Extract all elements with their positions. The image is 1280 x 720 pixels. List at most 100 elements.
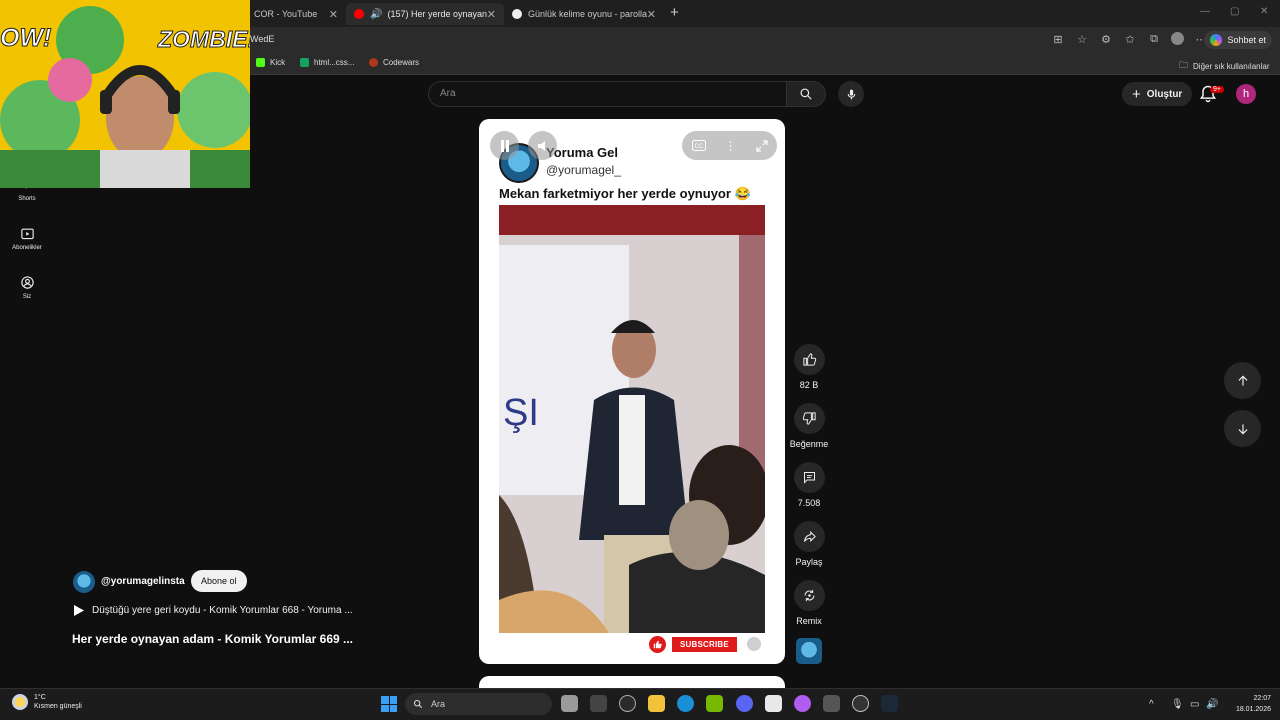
volume-tray-icon[interactable]: 🔊 [1206,699,1218,710]
remix-action[interactable]: Remix [784,580,834,626]
nvidia-icon[interactable] [706,695,723,712]
speaker-icon[interactable]: 🔊 [370,9,382,20]
close-icon[interactable]: ✕ [329,8,338,21]
weather-desc: Kısmen güneşli [34,703,82,710]
collections-icon[interactable]: ⧉ [1147,32,1161,46]
sound-thumbnail[interactable] [796,638,822,664]
next-short-button[interactable] [1224,410,1261,447]
captions-icon[interactable]: CC [691,140,706,151]
tab-current-short[interactable]: 🔊 (157) Her yerde oynayan adam ✕ [346,3,504,25]
search-placeholder: Ara [440,88,456,99]
notifications-badge: 9+ [1210,86,1224,93]
remix-icon [804,589,814,602]
bookmark-label: Codewars [383,58,420,67]
taskbar-clock[interactable]: 22:07 18.01.2026 [1229,693,1271,715]
playlist-link[interactable]: Düştüğü yere geri koydu - Komik Yorumlar… [74,605,353,616]
app-icon[interactable] [852,695,869,712]
like-action[interactable]: 82 B [784,344,834,390]
bookmark-codewars[interactable]: Codewars [369,58,419,67]
subscribe-overlay-button: SUBSCRIBE [672,636,737,652]
search-button[interactable] [786,81,826,107]
kick-icon [256,58,265,67]
expand-icon[interactable] [755,139,768,152]
create-button[interactable]: + Oluştur [1122,82,1193,106]
mute-button[interactable] [528,131,557,160]
short-caption: Mekan farketmiyor her yerde oynuyor 😂 [499,186,751,201]
task-view-icon[interactable] [561,695,578,712]
site-favicon-icon [512,9,522,19]
new-tab-button[interactable]: + [670,4,679,21]
sidebar-label: Siz [22,294,32,300]
bookmark-html-css[interactable]: html...css... [300,58,354,67]
settings-icon[interactable] [823,695,840,712]
sidebar-item-subscriptions[interactable]: Abonelikler [0,226,54,251]
copilot-label: Sohbet et [1227,35,1266,45]
chatgpt-icon[interactable] [619,695,636,712]
tab-parolla[interactable]: Günlük kelime oyunu - parolla - K ✕ [504,3,664,25]
address-text[interactable]: WedE [250,34,274,44]
dislike-icon [802,412,816,425]
webcam-overlay: OW! ZOMBIE! [0,0,250,188]
weather-icon [12,694,28,710]
sidebar-item-you[interactable]: Siz [0,275,54,300]
create-label: Oluştur [1146,88,1183,100]
share-label: Paylaş [795,557,823,567]
app-icon[interactable] [590,695,607,712]
maximize-icon[interactable]: ▢ [1230,6,1239,17]
folder-icon: 🗀 [1179,60,1189,70]
play-icon [74,605,84,616]
microphone-tray-icon[interactable]: 🎙 [1171,699,1184,710]
video-title[interactable]: Her yerde oynayan adam - Komik Yorumlar … [72,632,353,646]
sidebar-label: Abonelikler [12,245,42,251]
other-bookmarks[interactable]: 🗀 Diğer sık kullanılanlar [1179,58,1270,74]
search-icon [800,88,812,100]
account-avatar[interactable]: h [1236,84,1256,104]
search-input[interactable] [428,81,786,107]
pause-icon [500,139,509,152]
file-explorer-icon[interactable] [648,695,665,712]
edge-icon[interactable] [677,695,694,712]
close-icon[interactable]: ✕ [647,8,656,21]
other-bookmarks-label: Diğer sık kullanılanlar [1193,61,1270,71]
minimize-icon[interactable]: — [1200,6,1210,17]
youtube-favicon-icon [354,9,364,19]
sidebar-label: Shorts [18,196,36,202]
extension-icon[interactable]: ⚙ [1099,32,1113,46]
start-button[interactable] [381,696,397,712]
dislike-action[interactable]: Beğenme [784,403,834,449]
weather-widget[interactable]: 1°C Kısmen güneşli [12,693,82,711]
app-icon[interactable] [765,695,782,712]
bookmark-kick[interactable]: Kick [256,58,285,67]
apps-icon[interactable]: ⊞ [1051,32,1065,46]
steam-icon[interactable] [881,695,898,712]
pause-button[interactable] [490,131,519,160]
tray-overflow-icon[interactable]: ^ [1149,699,1154,710]
copilot-icon[interactable] [794,695,811,712]
playlist-title: Düştüğü yere geri koydu - Komik Yorumlar… [92,605,353,616]
meta-channel-avatar[interactable] [73,571,95,593]
tab-youtube[interactable]: COR - YouTube ✕ [246,3,346,25]
more-options-icon[interactable]: ⋮ [725,139,737,153]
profile-icon[interactable] [1171,32,1184,45]
copilot-button[interactable]: Sohbet et [1204,31,1272,49]
share-action[interactable]: Paylaş [784,521,834,567]
copilot-icon [1210,34,1223,46]
subscribe-button[interactable]: Abone ol [191,570,247,592]
svg-text:CC: CC [694,144,703,150]
video-still: ŞI [499,205,765,633]
comments-action[interactable]: 7.508 [784,462,834,508]
close-icon[interactable]: ✕ [487,8,496,21]
taskbar-search[interactable]: Ara [405,693,552,715]
windows-taskbar [0,688,1280,720]
favorites-icon[interactable]: ✩ [1123,32,1137,46]
window-close-icon[interactable]: ✕ [1260,6,1268,17]
star-icon[interactable]: ☆ [1075,32,1089,46]
subscriptions-icon [20,228,34,240]
you-icon [20,276,34,289]
video-frame[interactable]: ŞI [499,205,765,633]
previous-short-button[interactable] [1224,362,1261,399]
voice-search-button[interactable] [838,81,864,107]
meta-channel-name[interactable]: @yorumagelinsta [101,576,185,587]
discord-icon[interactable] [736,695,753,712]
network-icon[interactable]: ▭ [1190,699,1199,710]
